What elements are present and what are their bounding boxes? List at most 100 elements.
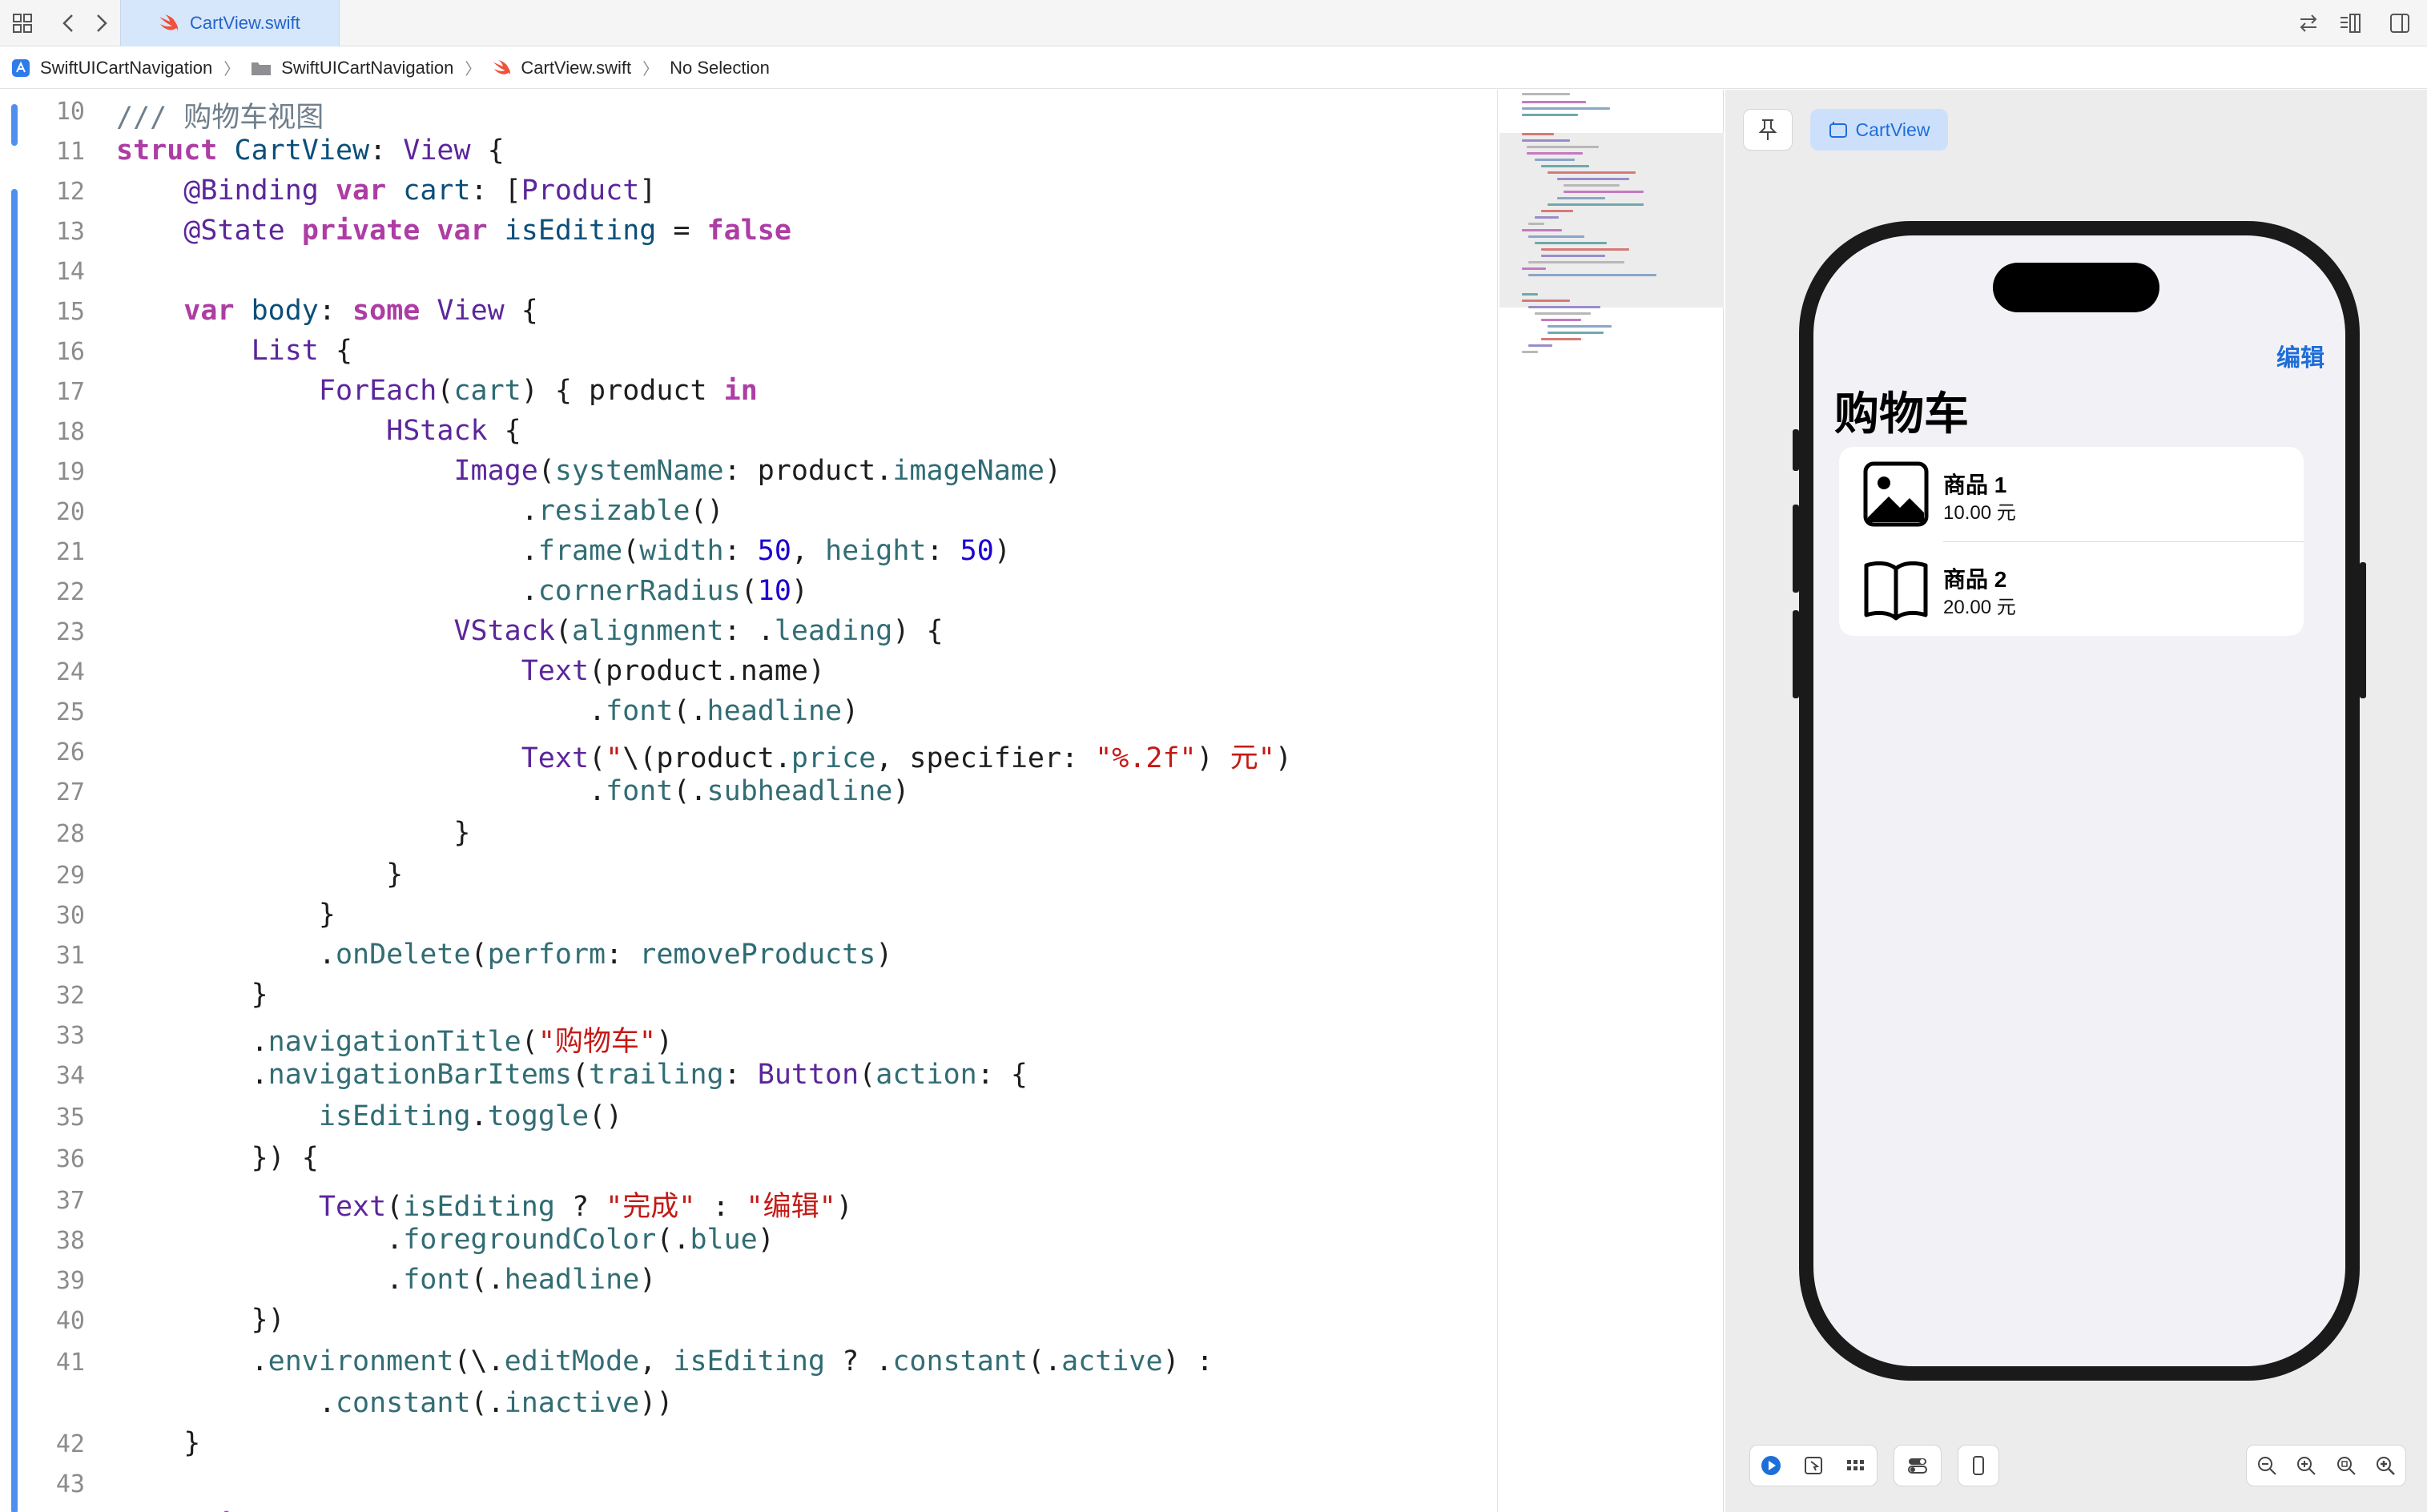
line-number[interactable]: 10 xyxy=(32,98,85,126)
line-number[interactable]: 17 xyxy=(32,378,85,406)
line-number[interactable]: 34 xyxy=(32,1062,85,1090)
line-number[interactable]: 26 xyxy=(32,738,85,766)
zoom-out-icon[interactable] xyxy=(2256,1454,2278,1477)
line-number[interactable]: 19 xyxy=(32,458,85,486)
breadcrumb-selection[interactable]: No Selection xyxy=(670,58,770,78)
line-number[interactable]: 38 xyxy=(32,1227,85,1255)
breadcrumb-project[interactable]: SwiftUICartNavigation xyxy=(11,58,212,78)
breadcrumb-file[interactable]: CartView.swift xyxy=(492,58,631,78)
code-line[interactable]: .navigationTitle("购物车") xyxy=(116,1019,673,1060)
edit-button[interactable]: 编辑 xyxy=(2276,338,2324,373)
code-line[interactable]: .font(.headline) xyxy=(116,695,859,727)
tab-cartview-swift[interactable]: CartView.swift xyxy=(120,0,340,46)
selectable-icon[interactable] xyxy=(1802,1454,1825,1477)
grid-icon[interactable] xyxy=(6,8,38,38)
line-number[interactable]: 36 xyxy=(32,1145,85,1173)
code-line[interactable]: .environment(\.editMode, isEditing ? .co… xyxy=(116,1345,1214,1377)
code-line[interactable]: Text(product.name) xyxy=(116,655,825,687)
line-number[interactable]: 41 xyxy=(32,1349,85,1377)
code-line[interactable]: } xyxy=(116,899,336,931)
list-item[interactable]: 商品 1 10.00 元 xyxy=(1839,447,2304,542)
line-number[interactable]: 12 xyxy=(32,178,85,206)
breadcrumb-folder[interactable]: SwiftUICartNavigation xyxy=(251,58,453,78)
code-editor[interactable]: 10 /// 购物车视图 11 struct CartView: View { 12 @… xyxy=(0,90,1498,1512)
code-line[interactable]: VStack(alignment: .leading) { xyxy=(116,615,943,647)
zoom-in-icon[interactable] xyxy=(2374,1454,2397,1477)
live-preview-icon[interactable] xyxy=(1760,1454,1782,1477)
back-chevron-icon[interactable] xyxy=(53,8,85,38)
variants-grid-icon[interactable] xyxy=(1845,1454,1867,1477)
editor-options-icon[interactable] xyxy=(2334,8,2366,38)
minimap[interactable] xyxy=(1499,90,1724,1512)
line-number[interactable]: 27 xyxy=(32,778,85,806)
zoom-actual-icon[interactable] xyxy=(2295,1454,2317,1477)
code-line[interactable]: .constant(.inactive)) xyxy=(116,1387,674,1419)
line-number[interactable]: 39 xyxy=(32,1267,85,1295)
code-line[interactable]: struct CartView: View { xyxy=(116,135,505,167)
line-number[interactable]: 40 xyxy=(32,1307,85,1335)
pin-button[interactable] xyxy=(1743,109,1793,151)
line-number[interactable]: 25 xyxy=(32,698,85,726)
line-number[interactable]: 16 xyxy=(32,338,85,366)
device-picker-button[interactable] xyxy=(1958,1445,1999,1486)
forward-chevron-icon[interactable] xyxy=(85,8,117,38)
line-number[interactable]: 43 xyxy=(32,1470,85,1498)
code-line[interactable]: Image(systemName: product.imageName) xyxy=(116,455,1061,487)
code-line[interactable]: .font(.subheadline) xyxy=(116,775,909,807)
list-item[interactable]: 商品 2 20.00 元 xyxy=(1839,541,2304,636)
line-number[interactable]: 42 xyxy=(32,1430,85,1458)
minimap-viewport[interactable] xyxy=(1499,133,1724,308)
line-number[interactable]: 14 xyxy=(32,258,85,286)
code-line[interactable]: ForEach(cart) { product in xyxy=(116,375,758,407)
line-number[interactable]: 13 xyxy=(32,218,85,246)
code-line[interactable]: .resizable() xyxy=(116,495,724,527)
code-line[interactable]: HStack { xyxy=(116,415,521,447)
code-line[interactable]: Text(isEditing ? "完成" : "编辑") xyxy=(116,1184,853,1224)
preview-selector-cartview[interactable]: CartView xyxy=(1810,109,1948,151)
line-number[interactable]: 23 xyxy=(32,618,85,646)
change-marker[interactable] xyxy=(11,344,18,1512)
line-number[interactable]: 32 xyxy=(32,982,85,1010)
line-number[interactable]: 37 xyxy=(32,1187,85,1215)
line-number[interactable]: 24 xyxy=(32,658,85,686)
code-line[interactable]: var body: some View { xyxy=(116,295,538,327)
code-line[interactable]: private func removeProducts(at offsets: … xyxy=(116,1509,1044,1512)
code-line[interactable]: }) xyxy=(116,1304,285,1336)
line-number[interactable]: 31 xyxy=(32,942,85,970)
line-number[interactable]: 30 xyxy=(32,902,85,930)
code-line[interactable]: } xyxy=(116,817,470,849)
line-number[interactable]: 11 xyxy=(32,138,85,166)
swap-arrows-icon[interactable] xyxy=(2292,8,2324,38)
code-token: (. xyxy=(673,775,707,807)
line-number[interactable]: 15 xyxy=(32,298,85,326)
code-line[interactable]: List { xyxy=(116,335,352,367)
line-number[interactable]: 21 xyxy=(32,538,85,566)
code-line[interactable]: .navigationBarItems(trailing: Button(act… xyxy=(116,1059,1028,1091)
code-line[interactable]: .font(.headline) xyxy=(116,1264,656,1296)
line-number[interactable]: 22 xyxy=(32,578,85,606)
code-line[interactable]: isEditing.toggle() xyxy=(116,1100,622,1132)
code-line[interactable]: } xyxy=(116,979,268,1011)
code-line[interactable]: }) { xyxy=(116,1142,319,1174)
code-line[interactable]: .cornerRadius(10) xyxy=(116,575,808,607)
code-line[interactable]: Text("\(product.price, specifier: "%.2f"… xyxy=(116,735,1292,776)
device-screen[interactable]: 编辑 购物车 商品 1 10.00 元 商品 2 20.00 元 xyxy=(1813,235,2345,1366)
line-number[interactable]: 35 xyxy=(32,1104,85,1132)
code-line[interactable]: } xyxy=(116,1427,200,1459)
line-number[interactable]: 18 xyxy=(32,418,85,446)
device-settings-button[interactable] xyxy=(1894,1445,1942,1486)
code-line[interactable]: .onDelete(perform: removeProducts) xyxy=(116,939,893,971)
code-line[interactable]: .frame(width: 50, height: 50) xyxy=(116,535,1011,567)
line-number[interactable]: 20 xyxy=(32,498,85,526)
code-line[interactable]: .foregroundColor(.blue) xyxy=(116,1224,775,1256)
change-marker[interactable] xyxy=(11,104,18,146)
code-line[interactable]: /// 购物车视图 xyxy=(116,94,324,135)
code-line[interactable]: @Binding var cart: [Product] xyxy=(116,175,656,207)
code-line[interactable]: @State private var isEditing = false xyxy=(116,215,791,247)
code-line[interactable]: } xyxy=(116,859,403,891)
line-number[interactable]: 33 xyxy=(32,1022,85,1050)
inspector-toggle-icon[interactable] xyxy=(2384,8,2416,38)
zoom-fit-icon[interactable] xyxy=(2335,1454,2357,1477)
line-number[interactable]: 28 xyxy=(32,820,85,848)
line-number[interactable]: 29 xyxy=(32,862,85,890)
